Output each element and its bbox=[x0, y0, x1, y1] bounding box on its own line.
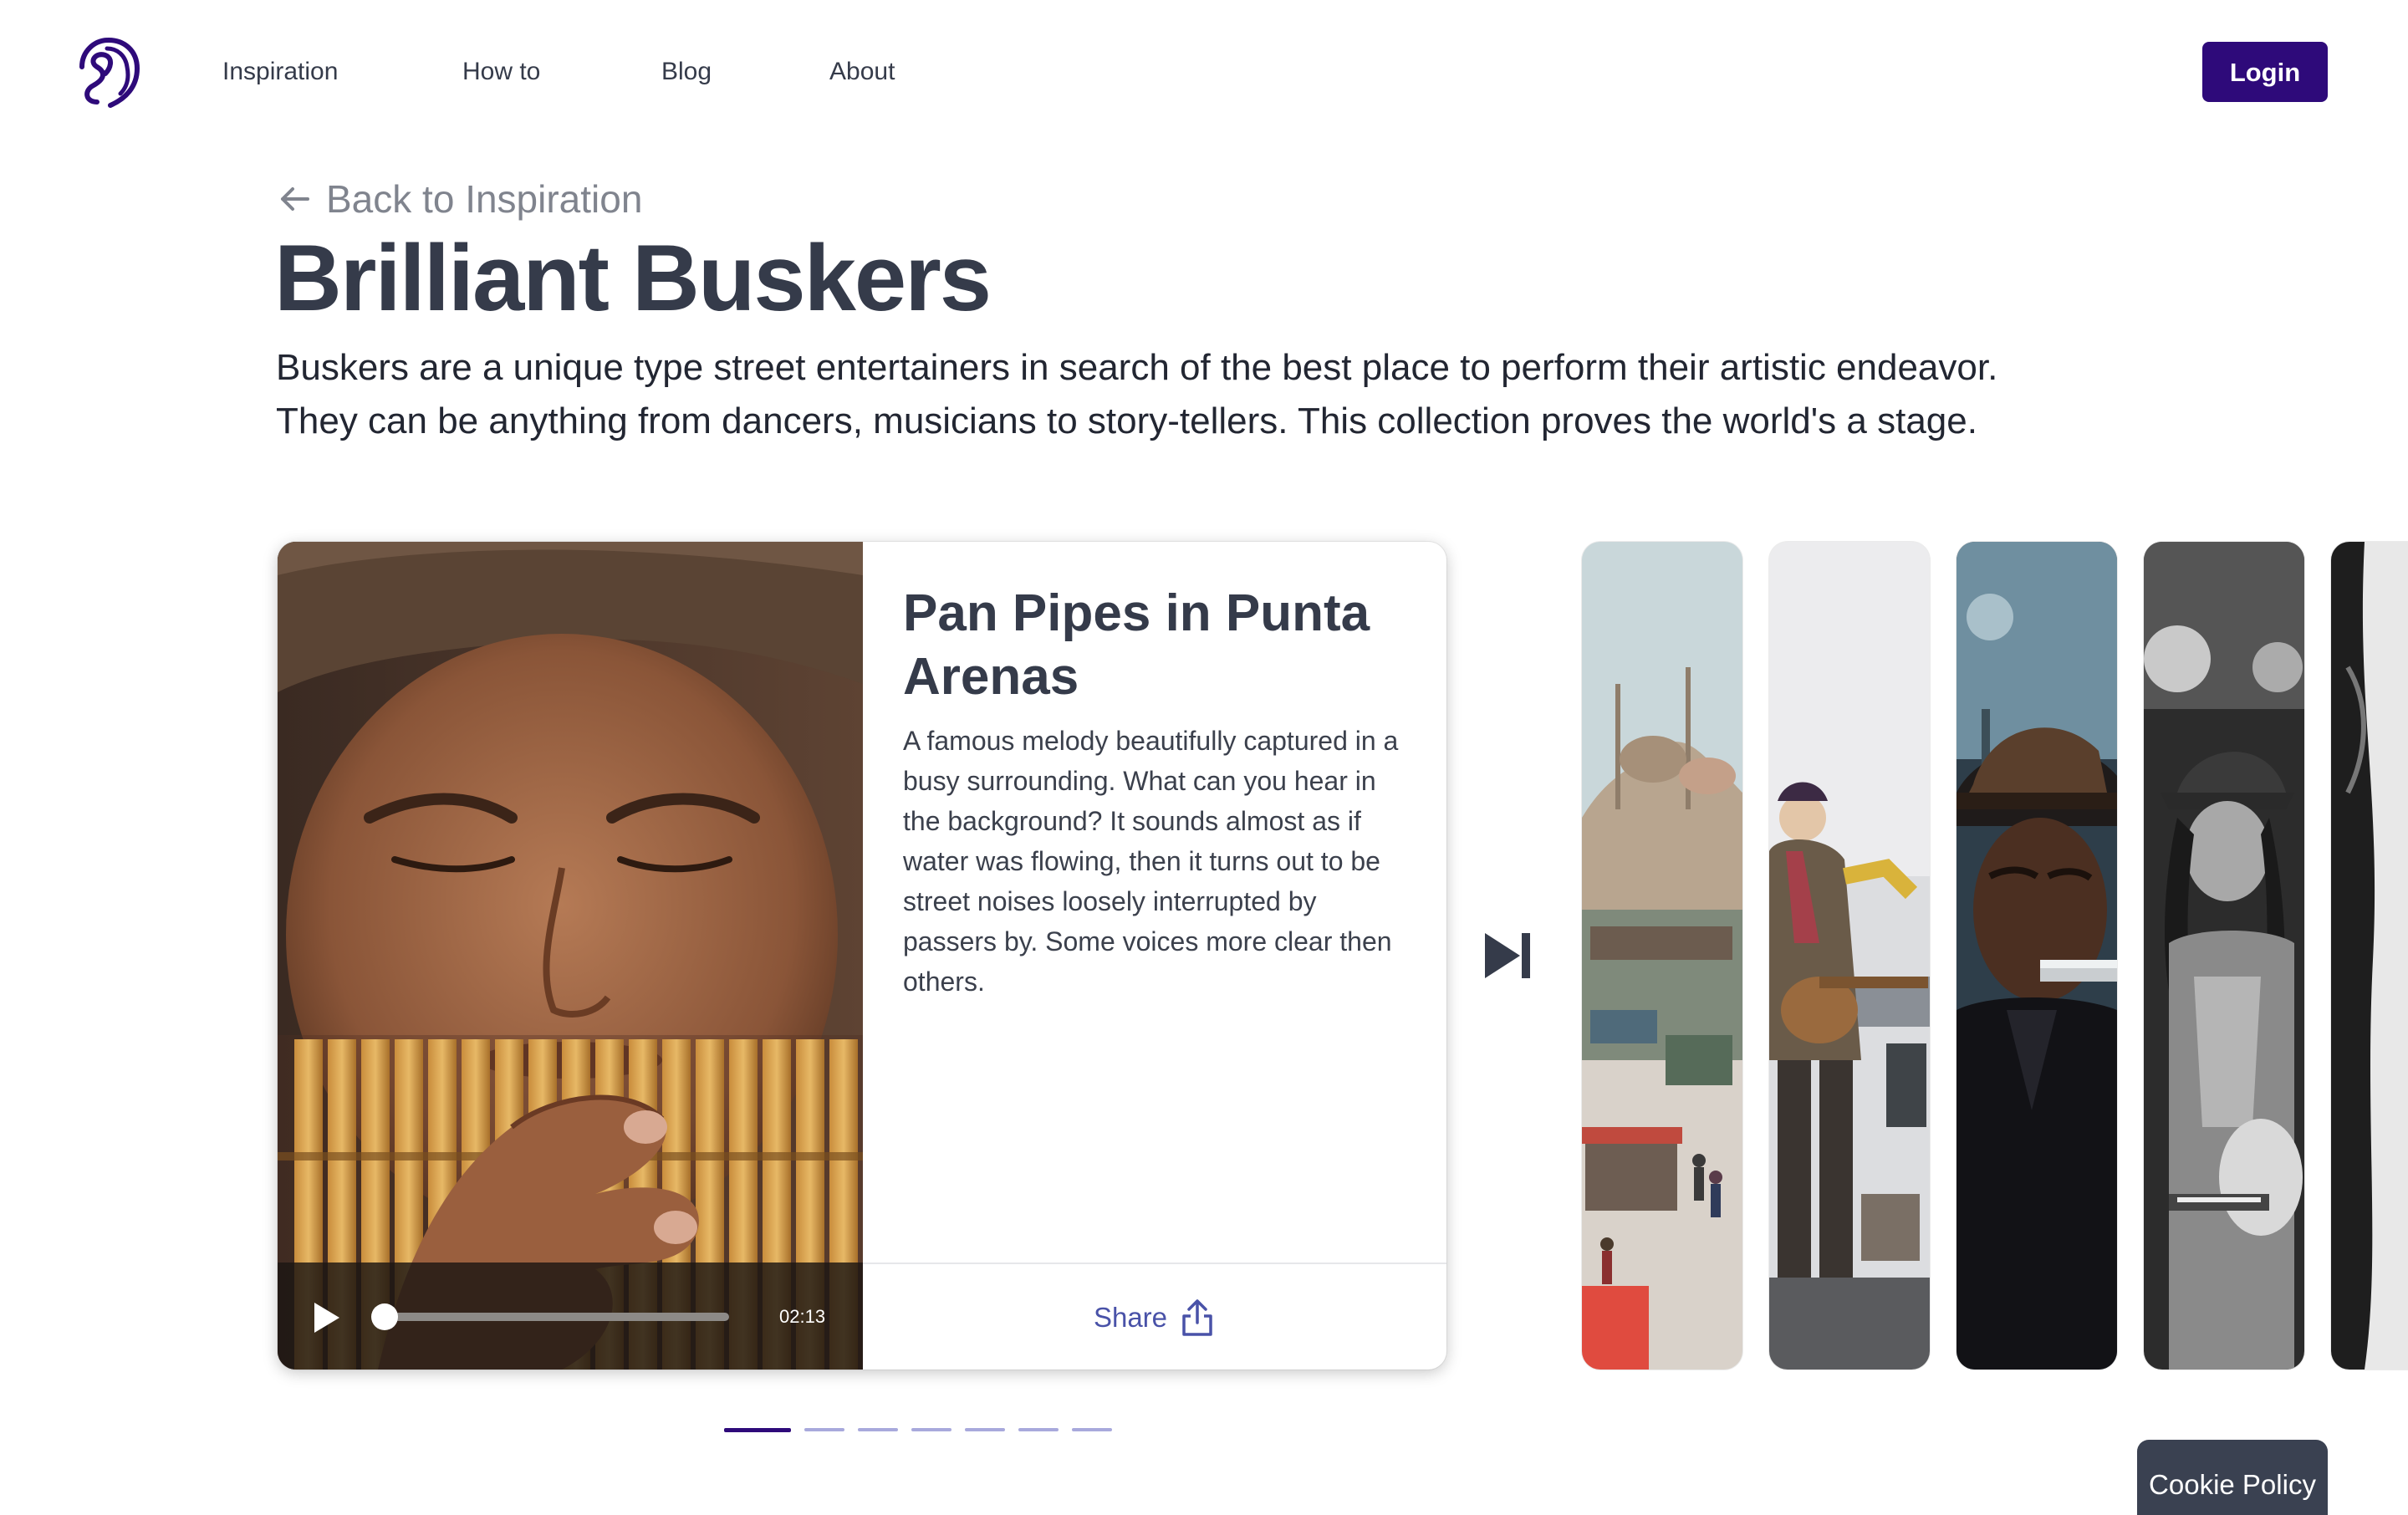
share-icon bbox=[1182, 1299, 1212, 1336]
nav-link-how-to[interactable]: How to bbox=[462, 55, 540, 89]
next-track-button[interactable] bbox=[1478, 926, 1537, 985]
login-button[interactable]: Login bbox=[2202, 42, 2328, 102]
play-button[interactable] bbox=[308, 1299, 344, 1336]
pan-pipe-player-photo bbox=[278, 542, 863, 1370]
site-header: Inspiration How to Blog About Login bbox=[0, 0, 2408, 142]
track-duration: 02:13 bbox=[779, 1306, 826, 1327]
share-button[interactable]: Share bbox=[863, 1264, 1446, 1370]
thumbnail-guitar-singer[interactable] bbox=[1769, 542, 1930, 1370]
thumbnail-istanbul-street[interactable] bbox=[1582, 542, 1742, 1370]
ear-icon[interactable] bbox=[77, 35, 144, 110]
arrow-left-icon bbox=[281, 187, 309, 211]
pagination-dot[interactable] bbox=[911, 1428, 951, 1431]
skip-next-icon bbox=[1485, 933, 1530, 978]
page-description: Buskers are a unique type street enterta… bbox=[276, 347, 1998, 441]
progress-track[interactable] bbox=[371, 1303, 729, 1330]
pagination-dot[interactable] bbox=[965, 1428, 1005, 1431]
card-title: Pan Pipes in Punta Arenas bbox=[903, 584, 1370, 706]
pagination-dot[interactable] bbox=[858, 1428, 898, 1431]
nav-link-about[interactable]: About bbox=[829, 55, 895, 89]
thumbnail-harmonica-player[interactable] bbox=[1956, 542, 2117, 1370]
cookie-policy-button[interactable]: Cookie Policy bbox=[2137, 1440, 2328, 1515]
back-to-inspiration-link[interactable]: Back to Inspiration bbox=[276, 176, 642, 222]
card-description: A famous melody beautifully captured in … bbox=[903, 726, 1399, 997]
thumbnail-guitarist-bw[interactable] bbox=[2144, 542, 2304, 1370]
nav-link-blog[interactable]: Blog bbox=[661, 55, 712, 89]
card-footer: Share bbox=[863, 1262, 1446, 1370]
featured-card: 02:13 Pan Pipes in Punta Arenas A famous… bbox=[278, 542, 1446, 1370]
pagination-dot[interactable] bbox=[804, 1428, 844, 1431]
card-body: Pan Pipes in Punta Arenas A famous melod… bbox=[863, 542, 1446, 1262]
back-link-label: Back to Inspiration bbox=[326, 177, 643, 221]
pagination-dot[interactable] bbox=[1072, 1428, 1112, 1431]
thumbnail-partial[interactable] bbox=[2331, 542, 2408, 1370]
progress-handle[interactable] bbox=[371, 1303, 399, 1330]
audio-player: 02:13 bbox=[278, 1262, 863, 1370]
nav-link-inspiration[interactable]: Inspiration bbox=[222, 55, 338, 89]
page-title: Brilliant Buskers bbox=[274, 226, 992, 330]
pagination-dot[interactable] bbox=[724, 1428, 791, 1432]
play-icon bbox=[314, 1303, 339, 1333]
share-label: Share bbox=[1093, 1302, 1168, 1333]
pagination-dot[interactable] bbox=[1018, 1428, 1059, 1431]
